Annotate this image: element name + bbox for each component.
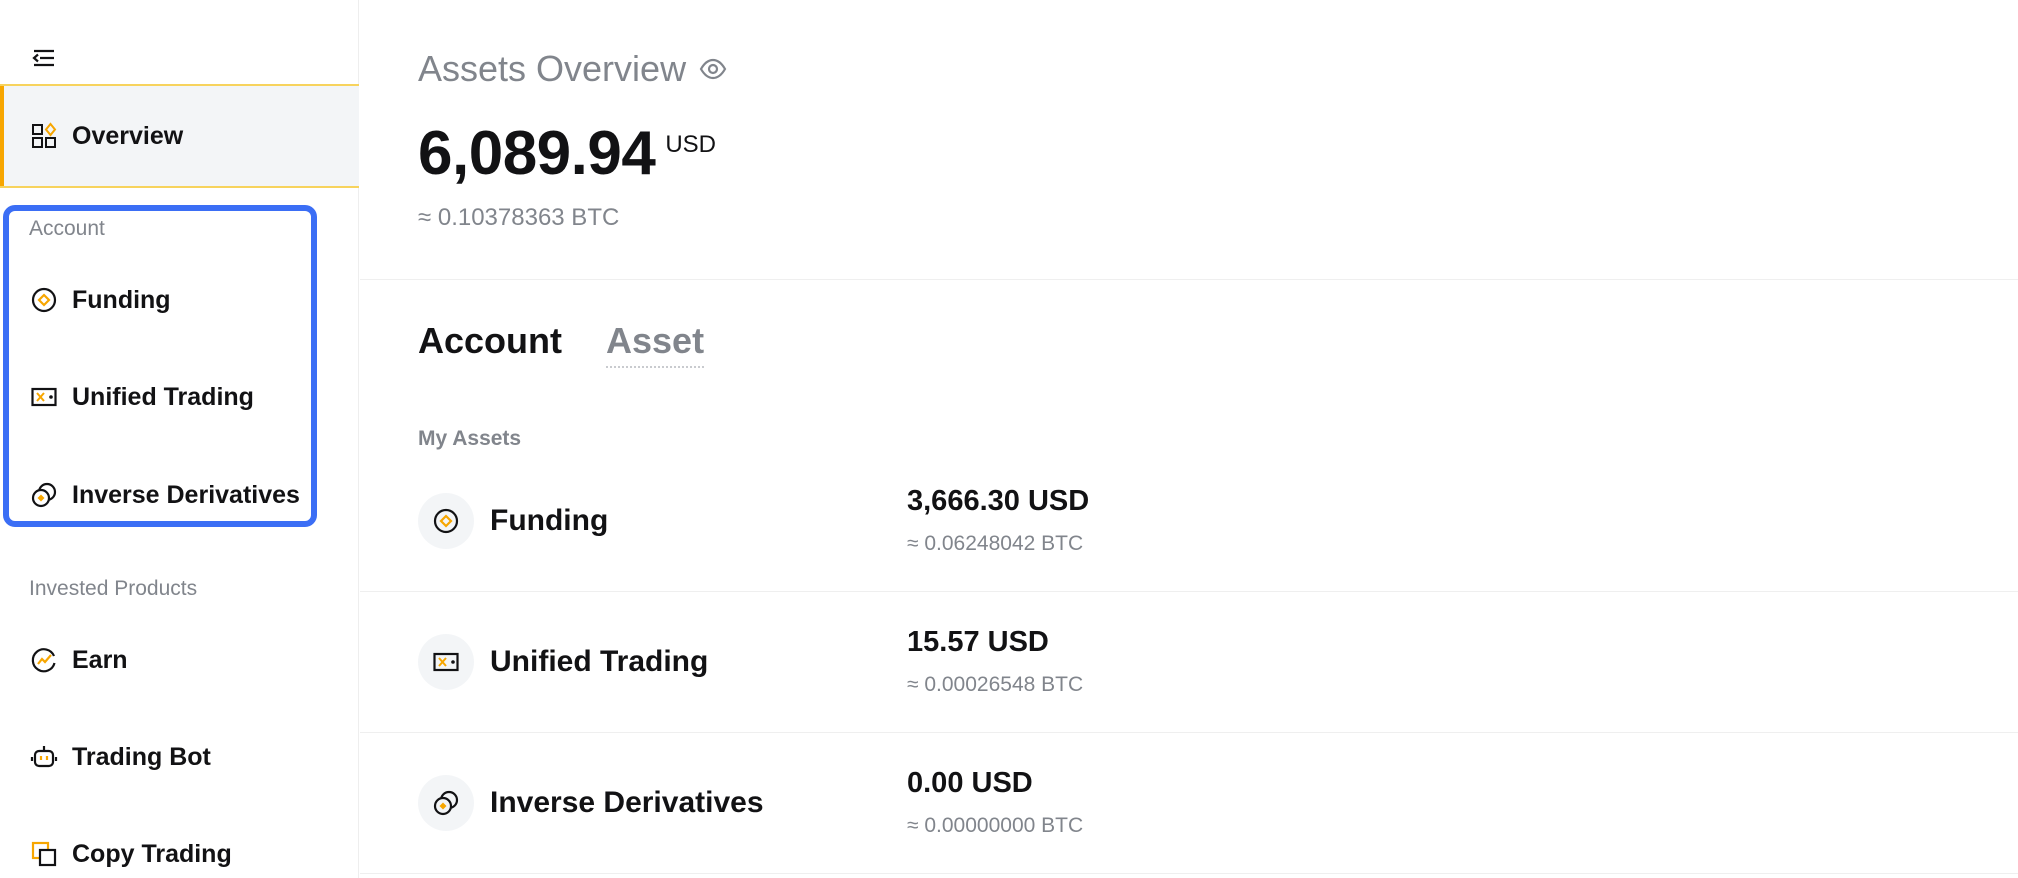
main-content: Assets Overview 6,089.94 USD ≈ 0.1037836… xyxy=(360,0,2018,878)
unified-trading-icon xyxy=(28,381,60,413)
sidebar-item-label: Earn xyxy=(72,645,128,674)
asset-row-unified-trading[interactable]: Unified Trading 15.57 USD ≈ 0.00026548 B… xyxy=(360,592,2018,733)
sidebar-item-label: Funding xyxy=(72,285,171,314)
total-amount: 6,089.94 xyxy=(418,119,656,188)
asset-name: Unified Trading xyxy=(490,645,709,678)
asset-btc-value: ≈ 0.00000000 BTC xyxy=(907,814,1084,837)
inverse-derivatives-icon xyxy=(28,479,60,511)
earn-icon xyxy=(28,644,60,676)
my-assets-label: My Assets xyxy=(418,427,522,450)
section-title-account: Account xyxy=(29,217,105,240)
asset-usd-value: 15.57 USD xyxy=(907,626,1049,658)
total-balance: 6,089.94 USD xyxy=(418,118,716,189)
sidebar-item-unified-trading[interactable]: Unified Trading xyxy=(0,365,359,429)
asset-usd-value: 3,666.30 USD xyxy=(907,485,1090,517)
sidebar-item-label: Unified Trading xyxy=(72,382,254,411)
sidebar-item-overview[interactable]: Overview xyxy=(0,84,359,188)
funding-icon xyxy=(418,493,474,549)
collapse-menu-icon[interactable] xyxy=(30,44,58,72)
asset-name: Inverse Derivatives xyxy=(490,786,764,819)
tab-asset[interactable]: Asset xyxy=(606,320,705,368)
copy-trading-icon xyxy=(28,838,60,870)
sidebar-item-label: Trading Bot xyxy=(72,742,211,771)
sidebar-item-label: Overview xyxy=(72,121,184,150)
sidebar-item-label: Inverse Derivatives xyxy=(72,480,300,509)
asset-usd-value: 0.00 USD xyxy=(907,767,1033,799)
sidebar-item-trading-bot[interactable]: Trading Bot xyxy=(0,725,359,789)
sidebar-item-funding[interactable]: Funding xyxy=(0,268,359,332)
tab-account[interactable]: Account xyxy=(418,320,562,368)
asset-btc-value: ≈ 0.00026548 BTC xyxy=(907,673,1084,696)
eye-icon[interactable] xyxy=(698,54,728,84)
sidebar-item-earn[interactable]: Earn xyxy=(0,628,359,692)
sidebar-item-label: Copy Trading xyxy=(72,839,232,868)
funding-icon xyxy=(28,284,60,316)
section-title-invested-products: Invested Products xyxy=(29,577,198,600)
page-title: Assets Overview xyxy=(418,48,687,89)
asset-row-inverse-derivatives[interactable]: Inverse Derivatives 0.00 USD ≈ 0.0000000… xyxy=(360,733,2018,874)
inverse-derivatives-icon xyxy=(418,775,474,831)
unified-trading-icon xyxy=(418,634,474,690)
asset-row-funding[interactable]: Funding 3,666.30 USD ≈ 0.06248042 BTC xyxy=(360,451,2018,592)
overview-icon xyxy=(28,120,60,152)
total-btc-equivalent: ≈ 0.10378363 BTC xyxy=(418,204,620,231)
tabs: Account Asset xyxy=(418,320,705,368)
sidebar-item-copy-trading[interactable]: Copy Trading xyxy=(0,822,359,878)
total-currency: USD xyxy=(665,131,717,158)
sidebar-item-inverse-derivatives[interactable]: Inverse Derivatives xyxy=(0,463,359,527)
trading-bot-icon xyxy=(28,741,60,773)
divider xyxy=(360,279,2018,280)
asset-name: Funding xyxy=(490,504,609,537)
sidebar: Overview Account Funding Unified Trading xyxy=(0,0,359,878)
asset-btc-value: ≈ 0.06248042 BTC xyxy=(907,532,1084,555)
assets-overview-header: Assets Overview xyxy=(418,48,728,90)
